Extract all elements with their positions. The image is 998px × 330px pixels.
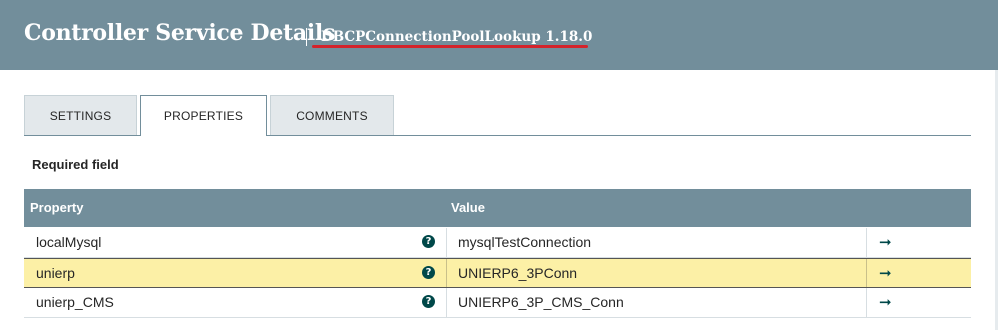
dialog-title: Controller Service Details	[24, 20, 336, 46]
red-annotation-underline	[312, 45, 588, 48]
properties-table-header: Property Value	[24, 189, 971, 227]
column-divider	[446, 288, 447, 317]
tab-settings[interactable]: SETTINGS	[24, 95, 137, 135]
question-circle-icon[interactable]: ?	[422, 266, 435, 279]
tab-properties[interactable]: PROPERTIES	[140, 95, 267, 136]
title-separator	[306, 28, 307, 46]
table-row-selected[interactable]: unierp ? UNIERP6_3PConn ➞	[24, 258, 971, 288]
column-divider	[866, 288, 867, 317]
property-value[interactable]: UNIERP6_3PConn	[458, 259, 577, 288]
arrow-right-icon[interactable]: ➞	[879, 228, 892, 256]
table-row[interactable]: localMysql ? mysqlTestConnection ➞	[24, 228, 971, 258]
arrow-right-icon[interactable]: ➞	[879, 259, 892, 287]
question-circle-icon[interactable]: ?	[422, 235, 435, 248]
table-row[interactable]: unierp_CMS ? UNIERP6_3P_CMS_Conn ➞	[24, 288, 971, 318]
column-divider	[446, 228, 447, 257]
column-divider	[446, 259, 447, 287]
column-header-property: Property	[30, 200, 84, 215]
column-header-value: Value	[451, 200, 485, 215]
property-value[interactable]: mysqlTestConnection	[458, 228, 591, 257]
tab-comments[interactable]: COMMENTS	[270, 95, 394, 135]
property-name: unierp	[36, 265, 75, 281]
required-field-label: Required field	[32, 157, 119, 172]
property-name: localMysql	[36, 234, 102, 250]
property-name: unierp_CMS	[36, 294, 114, 310]
column-divider	[866, 259, 867, 287]
arrow-right-icon[interactable]: ➞	[879, 288, 892, 316]
question-circle-icon[interactable]: ?	[422, 295, 435, 308]
dialog-header: Controller Service Details DBCPConnectio…	[0, 0, 998, 70]
column-divider	[866, 228, 867, 257]
property-value[interactable]: UNIERP6_3P_CMS_Conn	[458, 288, 624, 317]
service-type-version: DBCPConnectionPoolLookup 1.18.0	[321, 29, 593, 45]
